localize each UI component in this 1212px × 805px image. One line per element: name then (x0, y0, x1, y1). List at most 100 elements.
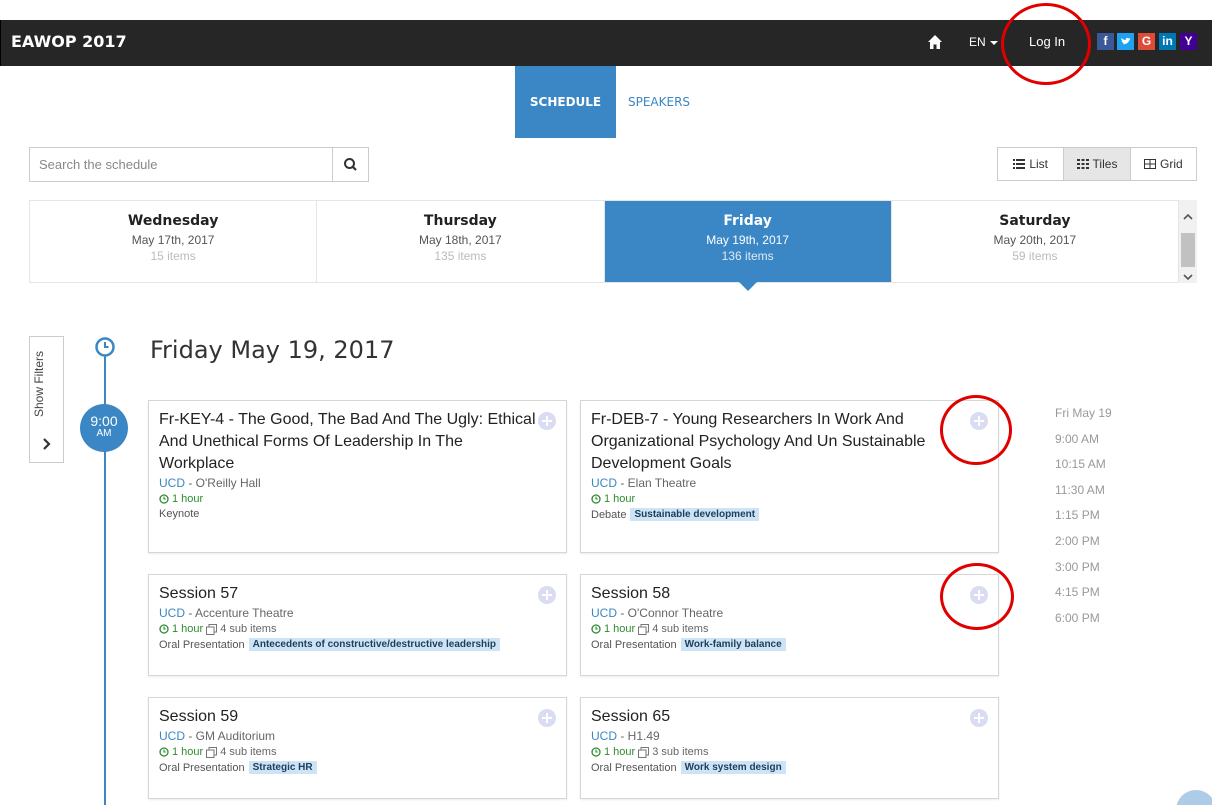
venue-org-link[interactable]: UCD (159, 606, 185, 620)
rail-time-link[interactable]: 2:00 PM (1055, 533, 1135, 559)
page-title: Friday May 19, 2017 (150, 336, 395, 364)
duration-label: 1 hour (604, 623, 636, 635)
duration-label: 1 hour (172, 493, 204, 505)
view-grid-button[interactable]: Grid (1131, 148, 1196, 180)
search-icon[interactable] (333, 148, 368, 181)
session-location: UCD - O'Reilly Hall (159, 476, 556, 490)
rail-time-link[interactable]: 6:00 PM (1055, 610, 1135, 636)
session-duration: 1 hour (591, 493, 988, 505)
session-title[interactable]: Session 57 (159, 583, 556, 605)
search-input[interactable] (30, 148, 333, 181)
rail-time-link[interactable]: 3:00 PM (1055, 559, 1135, 585)
day-item-count: 59 items (1012, 249, 1058, 263)
day-tab-wednesday[interactable]: Wednesday May 17th, 2017 15 items (30, 201, 318, 282)
location-separator: - (185, 476, 196, 490)
time-jump-rail: Fri May 19 9:00 AM 10:15 AM 11:30 AM 1:1… (1055, 405, 1135, 635)
topic-tag[interactable]: Antecedents of constructive/destructive … (248, 638, 501, 651)
clock-icon (591, 747, 601, 757)
add-to-schedule-icon[interactable] (538, 412, 556, 430)
linkedin-icon[interactable]: in (1159, 33, 1176, 50)
session-card[interactable]: Session 57 UCD - Accenture Theatre 1 hou… (148, 574, 567, 676)
duration-label: 1 hour (172, 623, 204, 635)
chevron-up-icon[interactable] (1183, 212, 1193, 222)
sub-items-count: 3 sub items (652, 746, 709, 758)
view-toggle-group: List Tiles Grid (997, 147, 1197, 181)
twitter-icon[interactable] (1117, 33, 1134, 50)
session-title[interactable]: Session 58 (591, 583, 988, 605)
duration-label: 1 hour (172, 746, 204, 758)
topic-tag[interactable]: Work-family balance (680, 638, 786, 651)
venue-org-link[interactable]: UCD (591, 729, 617, 743)
day-name: Thursday (423, 213, 497, 229)
google-plus-icon[interactable]: G (1138, 33, 1155, 50)
session-title[interactable]: Fr-DEB-7 - Young Researchers In Work And… (591, 409, 988, 475)
topic-tag[interactable]: Sustainable development (630, 508, 760, 521)
language-selector[interactable]: EN (969, 35, 998, 49)
view-list-button[interactable]: List (998, 148, 1065, 180)
show-filters-button[interactable]: Show Filters (29, 336, 64, 463)
tab-speakers[interactable]: SPEAKERS (628, 95, 690, 109)
rail-time-link[interactable]: 1:15 PM (1055, 507, 1135, 533)
add-to-schedule-icon[interactable] (538, 586, 556, 604)
location-separator: - (617, 476, 628, 490)
scrollbar-thumb[interactable] (1181, 233, 1195, 267)
room-name: Accenture Theatre (195, 606, 294, 620)
clock-icon (95, 337, 115, 357)
session-location: UCD - Elan Theatre (591, 476, 988, 490)
day-scrollbar[interactable] (1179, 200, 1197, 283)
session-location: UCD - H1.49 (591, 729, 988, 743)
day-tab-thursday[interactable]: Thursday May 18th, 2017 135 items (317, 201, 605, 282)
sub-items-count: 4 sub items (652, 623, 709, 635)
timeline-ampm: AM (96, 428, 112, 439)
session-type: Debate (591, 508, 627, 521)
day-tab-friday[interactable]: Friday May 19th, 2017 136 items (604, 201, 892, 291)
session-type-row: Oral Presentation Antecedents of construc… (159, 638, 556, 651)
home-icon[interactable] (927, 34, 943, 50)
topic-tag[interactable]: Strategic HR (248, 761, 317, 774)
venue-org-link[interactable]: UCD (591, 476, 617, 490)
chevron-down-icon (989, 40, 998, 45)
session-card[interactable]: Fr-KEY-4 - The Good, The Bad And The Ugl… (148, 400, 567, 553)
view-tiles-label: Tiles (1092, 157, 1118, 171)
rail-time-link[interactable]: 11:30 AM (1055, 482, 1135, 508)
room-name: O'Reilly Hall (195, 476, 261, 490)
session-type-row: Debate Sustainable development (591, 508, 988, 521)
rail-time-link[interactable]: 4:15 PM (1055, 584, 1135, 610)
location-separator: - (185, 606, 196, 620)
rail-time-link[interactable]: 10:15 AM (1055, 456, 1135, 482)
day-date: May 18th, 2017 (419, 233, 502, 247)
session-title[interactable]: Session 65 (591, 706, 988, 728)
day-tab-saturday[interactable]: Saturday May 20th, 2017 59 items (892, 201, 1179, 282)
room-name: H1.49 (627, 729, 660, 743)
venue-org-link[interactable]: UCD (159, 729, 185, 743)
add-to-schedule-icon[interactable] (970, 709, 988, 727)
topic-tag[interactable]: Work system design (680, 761, 786, 774)
session-type: Oral Presentation (159, 761, 245, 774)
annotation-circle-login (1001, 3, 1091, 85)
session-card[interactable]: Session 59 UCD - GM Auditorium 1 hour 4 s… (148, 697, 567, 799)
clock-icon (591, 624, 601, 634)
annotation-circle-add (940, 395, 1012, 465)
session-title[interactable]: Session 59 (159, 706, 556, 728)
floating-action-button[interactable] (1176, 790, 1212, 805)
session-card[interactable]: Session 58 UCD - O'Connor Theatre 1 hour… (580, 574, 999, 676)
venue-org-link[interactable]: UCD (159, 476, 185, 490)
venue-org-link[interactable]: UCD (591, 606, 617, 620)
annotation-circle-add (940, 563, 1014, 630)
view-tiles-button[interactable]: Tiles (1064, 148, 1131, 180)
view-list-label: List (1029, 157, 1048, 171)
tab-schedule[interactable]: SCHEDULE (515, 66, 616, 138)
yahoo-icon[interactable]: Y (1180, 33, 1197, 50)
grid-icon (1143, 159, 1156, 169)
facebook-icon[interactable]: f (1097, 33, 1114, 50)
session-title[interactable]: Fr-KEY-4 - The Good, The Bad And The Ugl… (159, 409, 556, 475)
rail-time-link[interactable]: 9:00 AM (1055, 431, 1135, 457)
session-card[interactable]: Fr-DEB-7 - Young Researchers In Work And… (580, 400, 999, 553)
copy-icon (638, 746, 650, 758)
list-icon (1013, 159, 1026, 169)
brand-title[interactable]: EAWOP 2017 (11, 32, 127, 51)
chevron-right-icon (43, 438, 51, 450)
chevron-down-icon[interactable] (1183, 272, 1193, 282)
add-to-schedule-icon[interactable] (538, 709, 556, 727)
session-card[interactable]: Session 65 UCD - H1.49 1 hour 3 sub items… (580, 697, 999, 799)
